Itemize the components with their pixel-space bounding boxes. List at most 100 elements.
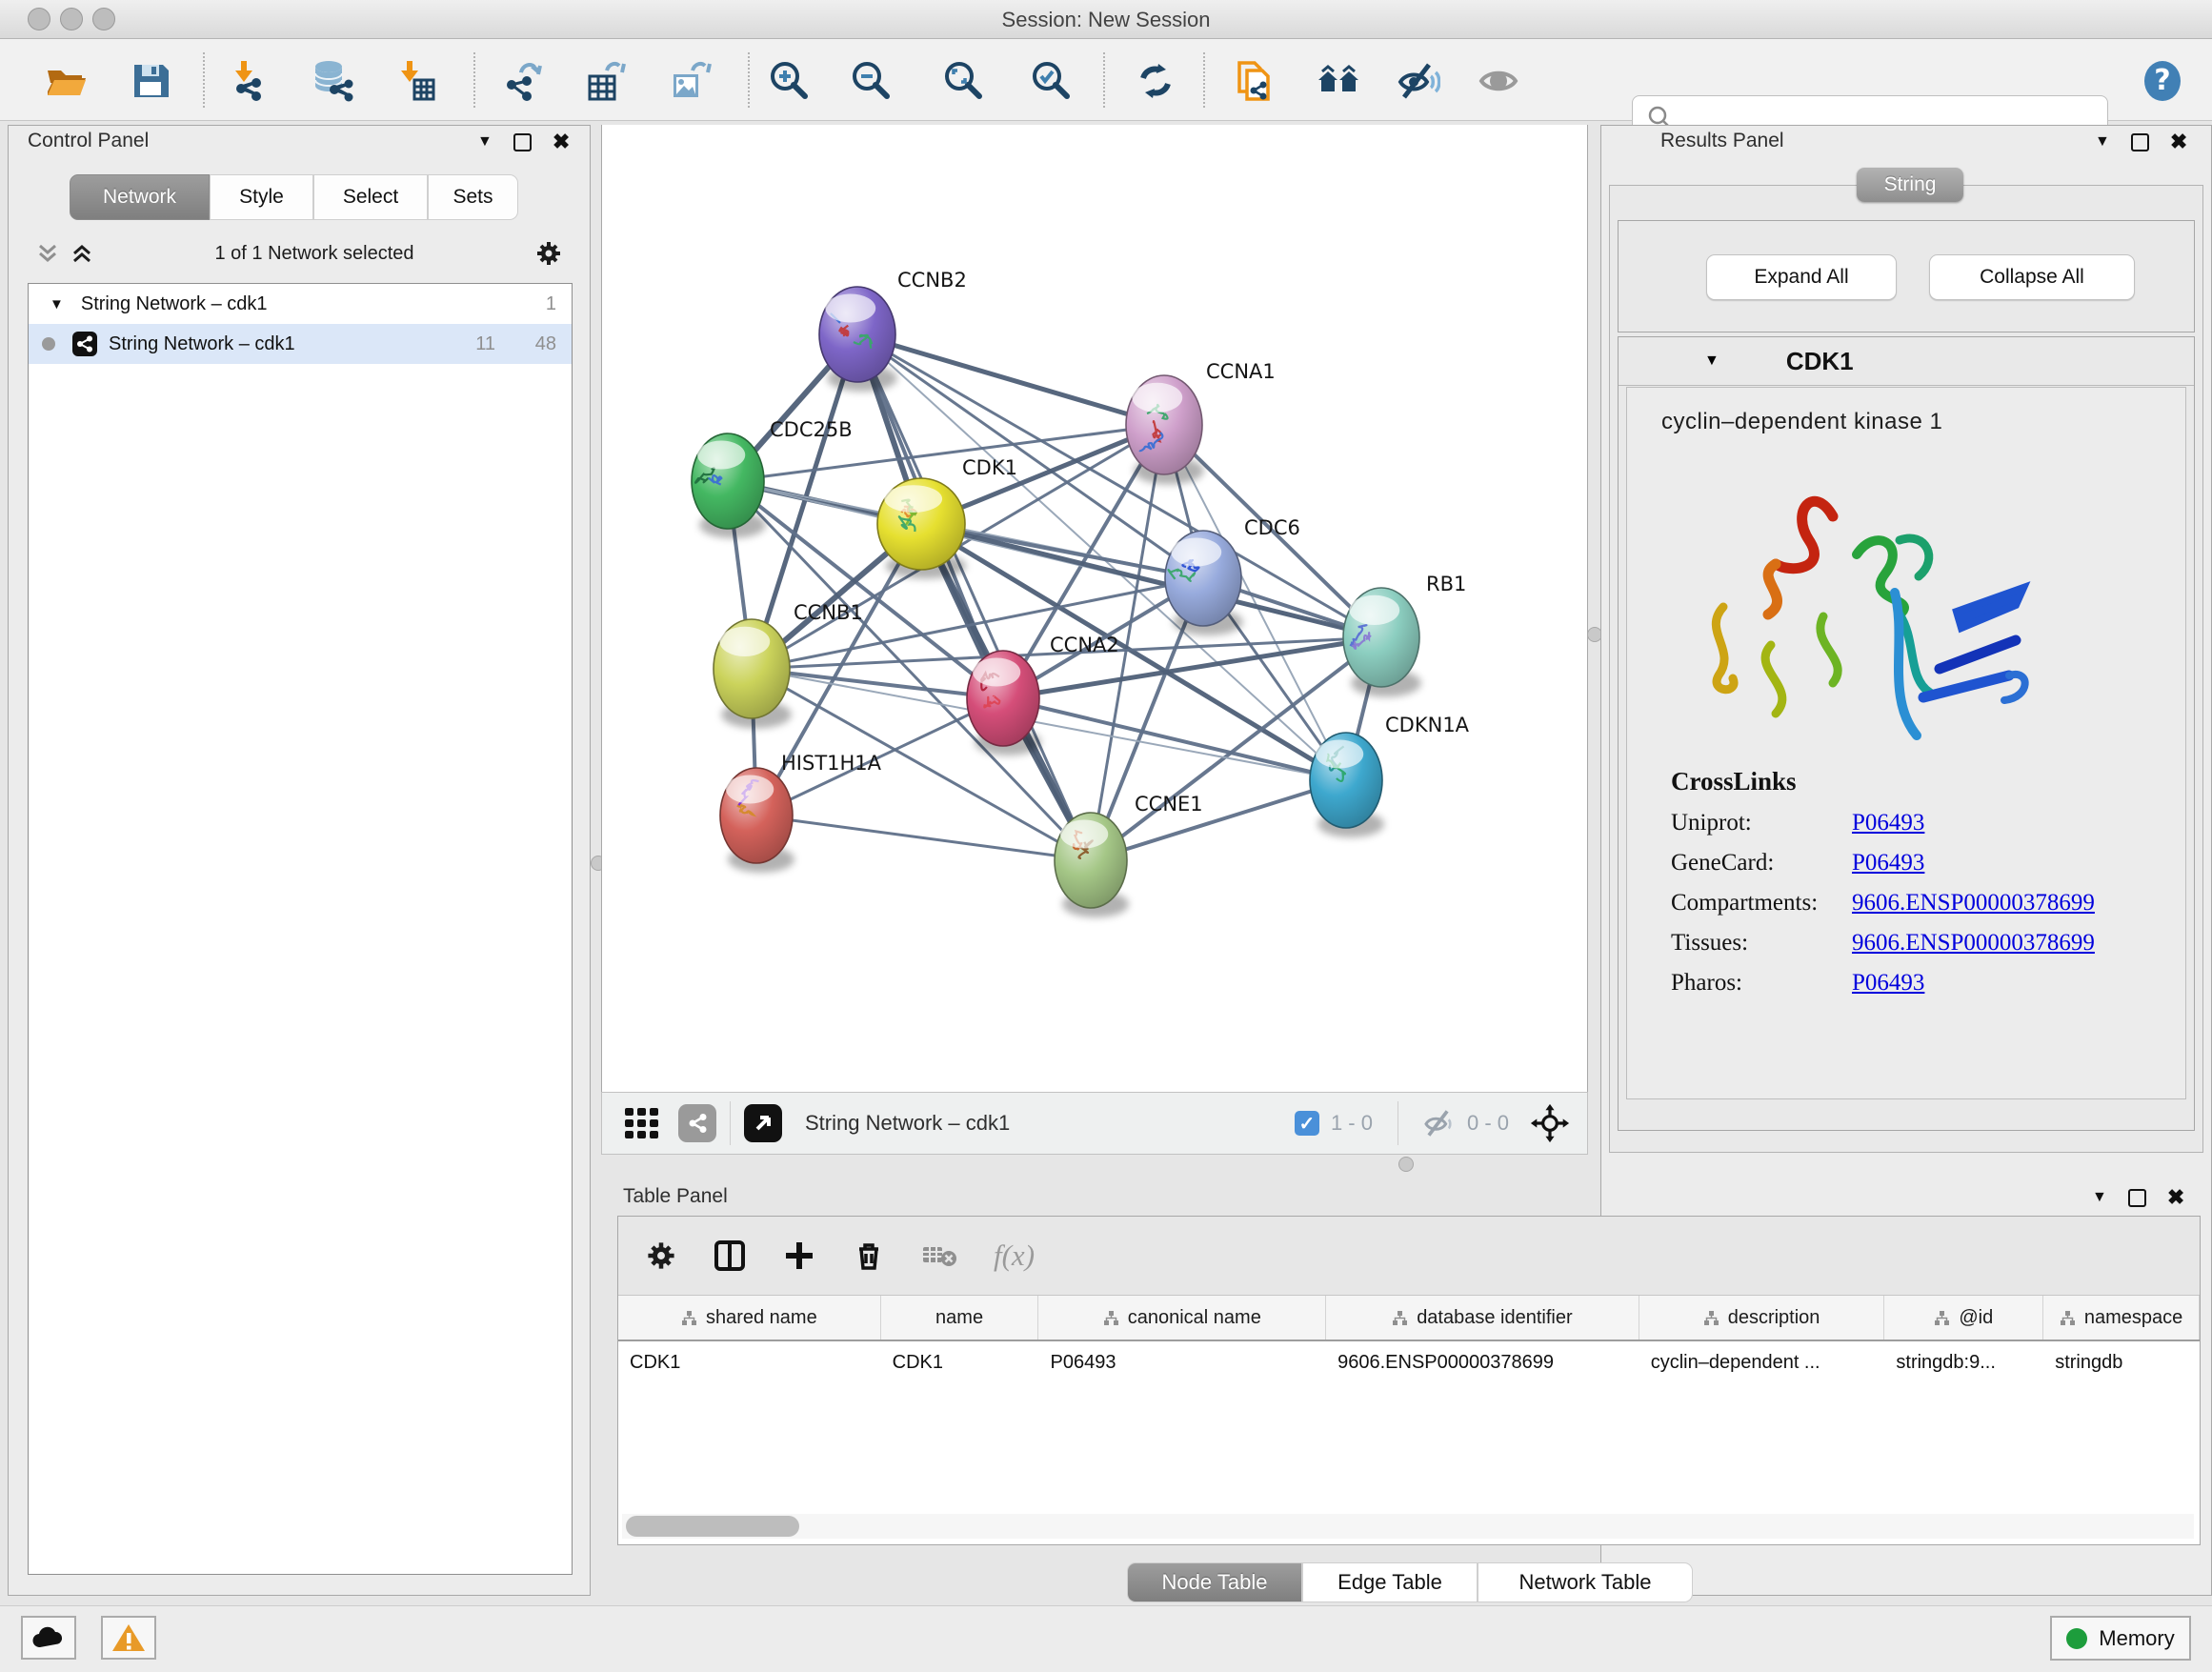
network-edge[interactable] <box>1091 780 1346 860</box>
table-row[interactable]: CDK1CDK1P064939606.ENSP00000378699cyclin… <box>618 1341 2200 1383</box>
network-row[interactable]: String Network – cdk1 11 48 <box>29 324 572 364</box>
bottom-splitter-handle[interactable] <box>1398 1157 1414 1172</box>
save-session-icon[interactable] <box>126 56 175 106</box>
delete-column-icon[interactable] <box>853 1239 885 1272</box>
export-network-icon[interactable] <box>497 56 547 106</box>
import-table-icon[interactable] <box>391 56 440 106</box>
results-tab-string[interactable]: String <box>1857 168 1963 202</box>
cloud-status-button[interactable] <box>21 1616 76 1660</box>
tab-node-table[interactable]: Node Table <box>1127 1562 1302 1602</box>
column-header-shared-name[interactable]: shared name <box>618 1296 881 1340</box>
network-node-CCNE1[interactable]: CCNE1 <box>1055 793 1203 917</box>
birdseye-grid-icon[interactable] <box>623 1104 661 1142</box>
export-image-icon[interactable] <box>665 56 714 106</box>
control-panel-title: Control Panel <box>28 130 149 152</box>
collapse-all-networks-icon[interactable] <box>35 241 60 266</box>
network-collection-row[interactable]: ▼ String Network – cdk1 1 <box>29 284 572 324</box>
protein-expander-icon[interactable]: ▼ <box>1704 353 1719 370</box>
clone-network-icon[interactable] <box>1231 56 1280 106</box>
network-node-CDC6[interactable]: CDC6 <box>1165 516 1300 635</box>
network-share-view-icon[interactable] <box>678 1104 716 1142</box>
table-panel-menu-icon[interactable]: ▼ <box>2092 1190 2107 1205</box>
help-icon[interactable]: ? <box>2138 56 2187 106</box>
network-edge[interactable] <box>756 816 1091 860</box>
tab-network[interactable]: Network <box>70 174 210 220</box>
export-table-icon[interactable] <box>581 56 631 106</box>
show-all-icon[interactable] <box>1474 56 1523 106</box>
control-panel-float-icon[interactable] <box>513 133 532 151</box>
toolbar-separator <box>1103 52 1105 108</box>
column-header-database-identifier[interactable]: database identifier <box>1326 1296 1639 1340</box>
cytoscape-window: { "window": { "title": "Session: New Ses… <box>0 0 2212 1671</box>
zoom-in-icon[interactable] <box>765 56 814 106</box>
crosslink-link[interactable]: P06493 <box>1852 810 1924 836</box>
column-header-name[interactable]: name <box>881 1296 1039 1340</box>
network-canvas[interactable]: CCNB2CCNA1CDC25BCDK1CDC6RB1CCNB1CCNA2CDK… <box>601 125 1588 1092</box>
show-columns-icon[interactable] <box>714 1239 746 1272</box>
column-header--id[interactable]: @id <box>1884 1296 2043 1340</box>
tab-network-table[interactable]: Network Table <box>1478 1562 1693 1602</box>
first-neighbors-icon[interactable] <box>1314 56 1363 106</box>
network-edge[interactable] <box>1003 698 1346 780</box>
refresh-icon[interactable] <box>1131 56 1180 106</box>
add-column-icon[interactable] <box>782 1239 816 1273</box>
import-network-icon[interactable] <box>225 56 274 106</box>
warning-status-button[interactable] <box>101 1616 156 1660</box>
network-tree: ▼ String Network – cdk1 1 String Network… <box>28 283 573 1575</box>
zoom-out-icon[interactable] <box>847 56 896 106</box>
crosslink-label: GeneCard: <box>1671 850 1852 876</box>
network-options-gear-icon[interactable] <box>534 239 563 268</box>
network-node-CCNB2[interactable]: CCNB2 <box>819 269 967 392</box>
crosslink-link[interactable]: P06493 <box>1852 970 1924 997</box>
control-panel-close-icon[interactable]: ✖ <box>553 131 570 152</box>
clear-table-icon[interactable] <box>921 1241 957 1270</box>
network-node-CCNA1[interactable]: CCNA1 <box>1126 360 1276 485</box>
results-panel-menu-icon[interactable]: ▼ <box>2095 134 2110 150</box>
table-gear-icon[interactable] <box>645 1239 677 1272</box>
collapse-all-button[interactable]: Collapse All <box>1929 254 2135 300</box>
table-panel-float-icon[interactable] <box>2128 1189 2146 1207</box>
expand-all-networks-icon[interactable] <box>70 241 94 266</box>
tab-style[interactable]: Style <box>210 174 313 220</box>
control-panel-menu-icon[interactable]: ▼ <box>477 134 493 150</box>
memory-button[interactable]: Memory <box>2050 1616 2191 1661</box>
pan-crosshair-icon[interactable] <box>1530 1103 1570 1143</box>
open-file-icon[interactable] <box>40 56 90 106</box>
hide-selected-icon[interactable] <box>1394 56 1443 106</box>
table-panel-close-icon[interactable]: ✖ <box>2167 1187 2184 1208</box>
network-node-HIST1H1A[interactable]: HIST1H1A <box>720 752 882 873</box>
node-label: CDK1 <box>962 456 1017 479</box>
warning-icon <box>111 1622 146 1653</box>
column-header-description[interactable]: description <box>1639 1296 1885 1340</box>
function-builder-icon[interactable]: f(x) <box>994 1239 1035 1273</box>
results-panel-float-icon[interactable] <box>2131 133 2149 151</box>
column-header-label: canonical name <box>1128 1307 1261 1329</box>
zoom-selected-icon[interactable] <box>1027 56 1076 106</box>
tab-select[interactable]: Select <box>313 174 428 220</box>
network-node-CDK1[interactable]: CDK1 <box>877 456 1017 578</box>
tab-edge-table[interactable]: Edge Table <box>1302 1562 1478 1602</box>
collection-expander-icon[interactable]: ▼ <box>50 296 64 312</box>
crosslink-link[interactable]: 9606.ENSP00000378699 <box>1852 930 2095 957</box>
column-header-canonical-name[interactable]: canonical name <box>1038 1296 1326 1340</box>
zoom-fit-icon[interactable] <box>939 56 989 106</box>
results-panel-close-icon[interactable]: ✖ <box>2170 131 2187 152</box>
table-scrollbar-thumb[interactable] <box>626 1516 799 1537</box>
crosslink-link[interactable]: 9606.ENSP00000378699 <box>1852 890 2095 917</box>
network-node-CCNA2[interactable]: CCNA2 <box>967 634 1119 755</box>
protein-card-header[interactable]: ▼ CDK1 <box>1619 337 2194 386</box>
network-node-CDKN1A[interactable]: CDKN1A <box>1310 714 1470 837</box>
network-node-RB1[interactable]: RB1 <box>1343 573 1466 697</box>
table-cell: P06493 <box>1038 1341 1326 1383</box>
network-edge[interactable] <box>857 334 1091 860</box>
import-network-from-database-icon[interactable] <box>307 56 356 106</box>
selected-count-checkbox[interactable]: ✓ <box>1295 1111 1319 1136</box>
expand-all-button[interactable]: Expand All <box>1706 254 1897 300</box>
network-edge[interactable] <box>857 334 1164 425</box>
open-in-new-window-icon[interactable] <box>744 1104 782 1142</box>
column-header-namespace[interactable]: namespace <box>2043 1296 2200 1340</box>
tab-sets[interactable]: Sets <box>428 174 518 220</box>
network-node-CDC25B[interactable]: CDC25B <box>692 418 853 538</box>
crosslink-label: Pharos: <box>1671 970 1852 997</box>
crosslink-link[interactable]: P06493 <box>1852 850 1924 876</box>
